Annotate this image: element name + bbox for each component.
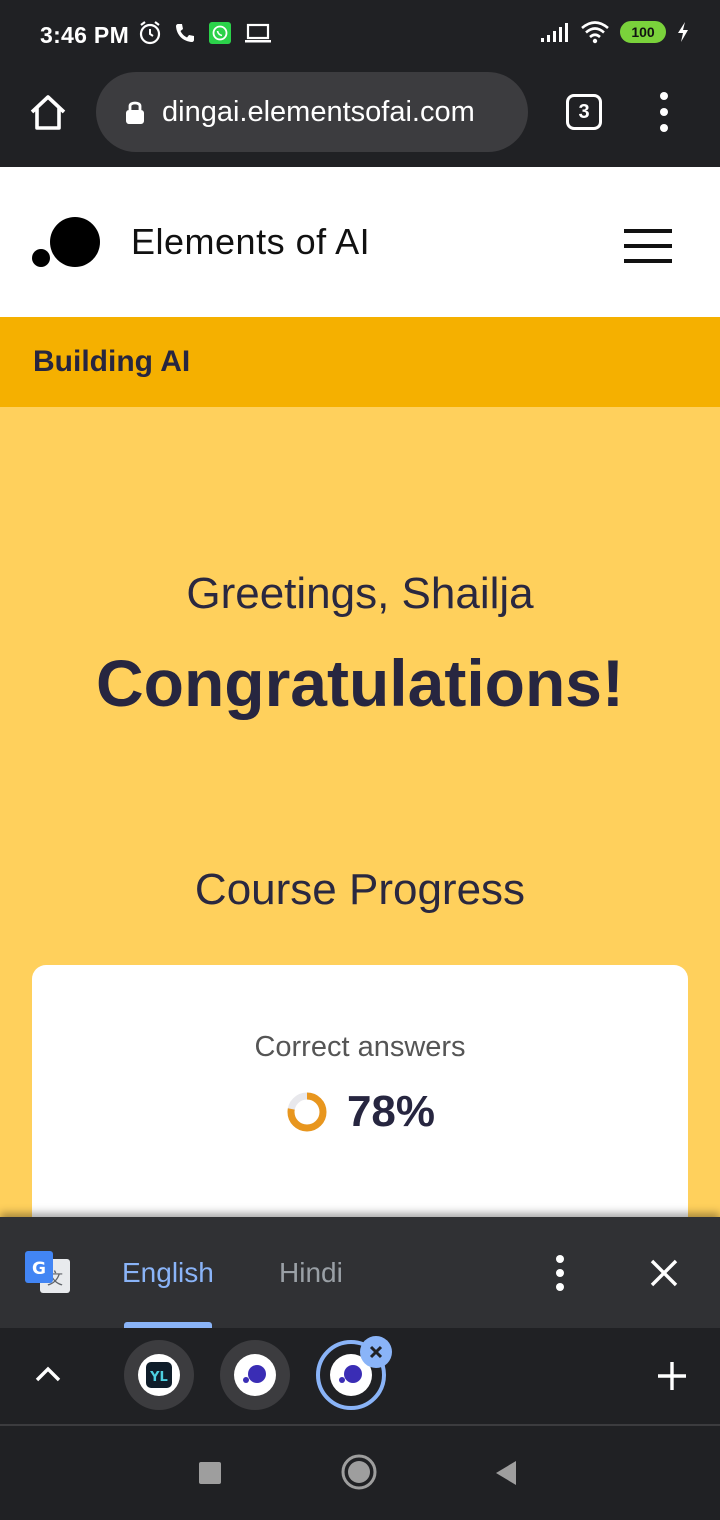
alarm-icon — [139, 21, 161, 45]
progress-donut-icon — [287, 1092, 327, 1132]
correct-answers-row: 78% — [32, 1087, 688, 1137]
course-banner: Building AI — [0, 317, 720, 407]
new-tab-plus-icon[interactable] — [654, 1358, 690, 1394]
main-content: Greetings, Shailja Congratulations! Cour… — [0, 407, 720, 1217]
battery-level: 100 — [631, 24, 655, 40]
laptop-icon — [245, 23, 271, 43]
url-text[interactable]: dingai.elementsofai.com — [162, 96, 522, 129]
hamburger-menu-icon[interactable] — [624, 229, 672, 263]
site-logo[interactable] — [30, 217, 100, 269]
close-tab-icon[interactable] — [360, 1336, 392, 1368]
correct-answers-value: 78% — [346, 1087, 436, 1136]
lock-icon — [126, 101, 144, 124]
course-progress-heading: Course Progress — [194, 865, 526, 914]
translate-tab-hindi[interactable]: Hindi — [279, 1257, 343, 1289]
address-bar[interactable]: dingai.elementsofai.com — [96, 72, 528, 152]
progress-card: Correct answers 78% — [32, 965, 688, 1217]
course-name[interactable]: Building AI — [33, 345, 190, 379]
svg-text:YL: YL — [149, 1370, 168, 1385]
yl-favicon-icon: YL — [138, 1354, 180, 1396]
elements-favicon-icon — [234, 1354, 276, 1396]
chevron-up-icon[interactable] — [34, 1364, 62, 1384]
system-nav-bar — [0, 1426, 720, 1520]
signal-icon — [541, 23, 568, 42]
translate-tab-english[interactable]: English — [122, 1257, 214, 1289]
close-icon[interactable] — [648, 1257, 680, 1289]
svg-text:G: G — [32, 1259, 46, 1279]
tab-strip: YL — [0, 1328, 720, 1426]
tab-switcher-button[interactable]: 3 — [566, 94, 602, 130]
back-triangle-icon[interactable] — [494, 1459, 518, 1487]
google-translate-icon: 文 G — [25, 1251, 70, 1293]
tab-thumbnail-yl[interactable]: YL — [124, 1340, 194, 1410]
status-time: 3:46 PM — [40, 22, 130, 48]
charging-icon — [678, 22, 688, 42]
home-circle-icon[interactable] — [341, 1454, 377, 1490]
browser-menu-icon[interactable] — [652, 92, 676, 132]
home-icon[interactable] — [26, 90, 70, 134]
browser-toolbar: dingai.elementsofai.com 3 — [0, 70, 720, 167]
site-title[interactable]: Elements of AI — [131, 221, 370, 263]
recents-square-icon[interactable] — [198, 1461, 222, 1485]
status-icons-right: 100 — [540, 20, 690, 44]
wifi-icon — [581, 21, 609, 44]
greeting-text: Greetings, Shailja — [186, 569, 534, 618]
tab-thumbnail-elements[interactable] — [220, 1340, 290, 1410]
site-header: Elements of AI — [0, 167, 720, 317]
correct-answers-label: Correct answers — [254, 1031, 466, 1063]
battery-icon: 100 — [620, 21, 666, 43]
phone-icon — [176, 24, 194, 42]
translate-menu-icon[interactable] — [552, 1255, 568, 1291]
congratulations-heading: Congratulations! — [96, 646, 624, 720]
status-icons-left — [138, 20, 272, 46]
status-bar: 3:46 PM 100 — [0, 0, 720, 70]
whatsapp-icon — [209, 22, 231, 44]
translate-bar: 文 G English Hindi — [0, 1217, 720, 1328]
